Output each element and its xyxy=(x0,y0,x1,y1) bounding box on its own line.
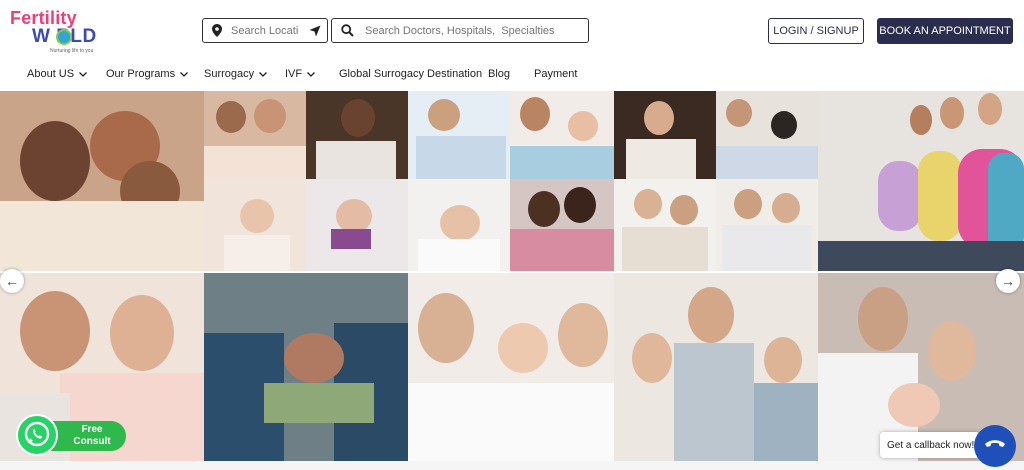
family-photo xyxy=(0,91,204,271)
search-icon xyxy=(341,24,354,37)
nav-label: Blog xyxy=(488,68,511,80)
carousel-next-button[interactable]: → xyxy=(996,269,1020,293)
call-button[interactable] xyxy=(974,425,1016,467)
chevron-down-icon xyxy=(259,71,268,77)
location-input[interactable] xyxy=(231,22,299,40)
nav-item-surrogacy[interactable]: Surrogacy xyxy=(204,68,268,80)
nav-item-blog[interactable]: Blog xyxy=(488,68,510,80)
nav-item-our-programs[interactable]: Our Programs xyxy=(106,68,189,80)
doctor-search xyxy=(331,18,589,43)
globe-icon xyxy=(56,29,72,45)
nav-item-about-us[interactable]: About US xyxy=(27,68,88,80)
consult-line-2: Consult xyxy=(73,436,111,447)
nav-label: Global Surrogacy Destination xyxy=(339,68,483,80)
book-appointment-button[interactable]: BOOK AN APPOINTMENT xyxy=(877,18,1013,44)
family-photo xyxy=(614,273,818,461)
pregnant-women-photo xyxy=(818,91,1024,271)
nav-label: Our Programs xyxy=(106,68,176,80)
whatsapp-icon xyxy=(24,421,50,447)
consult-line-1: Free xyxy=(81,424,103,435)
family-photo xyxy=(408,273,614,461)
newborn-photo xyxy=(306,179,408,271)
site-header: Fertility W RLD Nurturing life to you LO… xyxy=(0,0,1024,62)
family-photo xyxy=(716,91,818,179)
delivery-room-photo xyxy=(204,273,408,461)
nav-item-ivf[interactable]: IVF xyxy=(285,68,316,80)
callback-button[interactable]: Get a callback now! xyxy=(880,432,980,458)
login-signup-button[interactable]: LOGIN / SIGNUP xyxy=(768,18,864,44)
location-search xyxy=(202,18,328,43)
nav-label: Surrogacy xyxy=(204,68,255,80)
nav-label: About US xyxy=(27,68,75,80)
carousel-prev-button[interactable]: ← xyxy=(0,269,24,293)
logo-tagline: Nurturing life to you xyxy=(50,48,94,54)
phone-icon xyxy=(985,440,1005,447)
chevron-down-icon xyxy=(79,71,88,77)
family-photo xyxy=(614,91,716,179)
family-photo xyxy=(408,91,510,179)
nav-label: Payment xyxy=(534,68,578,80)
newborn-photo xyxy=(408,179,510,271)
family-photo xyxy=(204,91,306,179)
family-photo xyxy=(510,179,614,271)
page-bottom-strip xyxy=(0,461,1024,470)
family-photo xyxy=(716,179,818,271)
main-navigation: About US Our Programs Surrogacy IVF Glob… xyxy=(0,62,1024,90)
nav-item-payment[interactable]: Payment xyxy=(534,68,577,80)
hero-photo-collage: ← → xyxy=(0,91,1024,461)
nav-item-global-surrogacy[interactable]: Global Surrogacy Destination xyxy=(339,68,482,80)
free-consult-button[interactable]: Free Consult xyxy=(48,421,126,451)
locate-me-icon[interactable] xyxy=(309,25,321,37)
family-photo xyxy=(614,179,716,271)
family-photo xyxy=(306,91,408,179)
nav-label: IVF xyxy=(285,68,303,80)
chevron-down-icon xyxy=(180,71,189,77)
whatsapp-button[interactable] xyxy=(16,414,58,456)
fertility-world-logo[interactable]: Fertility W RLD Nurturing life to you xyxy=(10,8,120,54)
doctor-search-input[interactable] xyxy=(365,22,580,40)
chevron-down-icon xyxy=(307,71,316,77)
location-pin-icon xyxy=(212,24,222,37)
family-photo xyxy=(510,91,614,179)
newborn-photo xyxy=(204,179,306,271)
